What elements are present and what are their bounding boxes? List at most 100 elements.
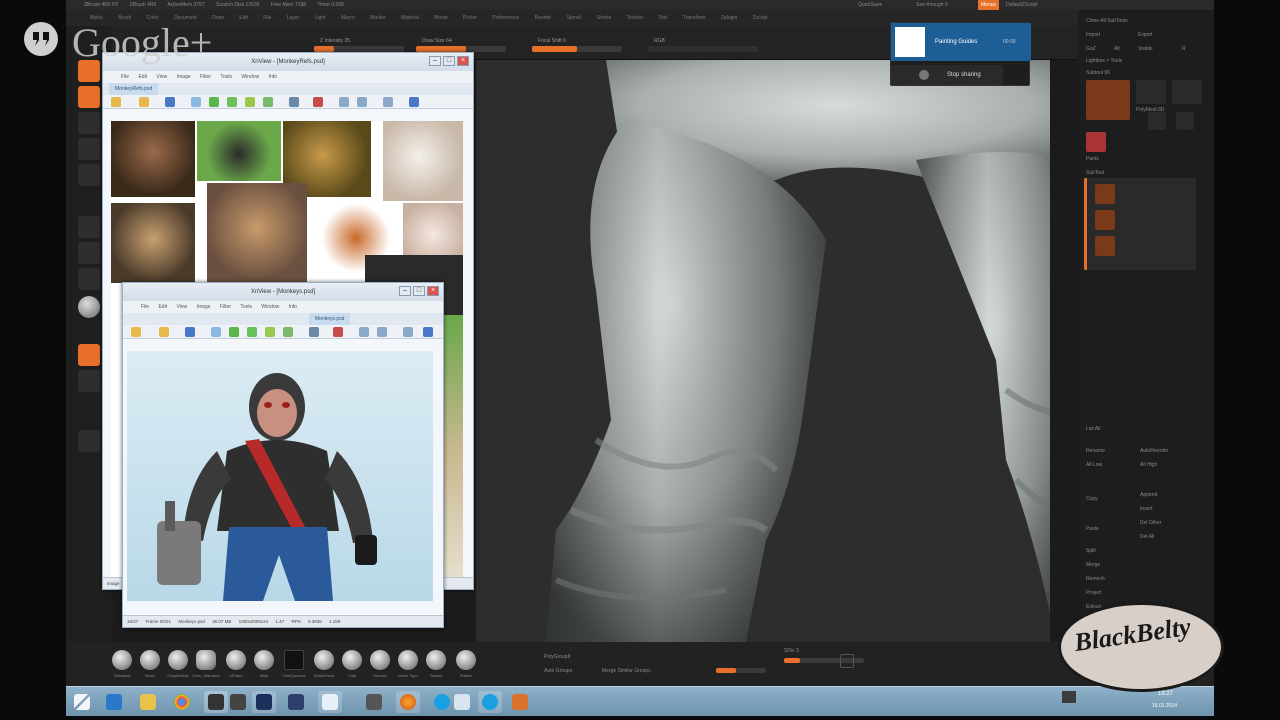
subtool-list[interactable] xyxy=(1084,178,1196,270)
menu-item[interactable]: Filter xyxy=(220,304,231,310)
rename-button[interactable]: Rename xyxy=(1086,448,1105,454)
expand-icon[interactable] xyxy=(840,654,854,668)
print-icon[interactable] xyxy=(191,97,201,107)
brush-damstandard-icon[interactable] xyxy=(196,650,216,670)
star-thumbnail[interactable] xyxy=(1172,80,1202,104)
menu-item[interactable]: Edit xyxy=(158,304,167,310)
subtool-thumb[interactable] xyxy=(1095,184,1115,204)
color-picker-icon[interactable] xyxy=(78,344,100,366)
auto-groups-button[interactable]: Auto Groups xyxy=(544,668,572,674)
brush-move-icon[interactable] xyxy=(140,650,160,670)
del-other-button[interactable]: Del Other xyxy=(1140,520,1161,526)
dots-icon[interactable] xyxy=(78,242,100,264)
taskbar-explorer[interactable] xyxy=(136,691,160,713)
merge-groups-button[interactable]: Merge Similar Groups xyxy=(602,668,651,674)
menu-item[interactable]: Image xyxy=(197,304,211,310)
current-tool-thumbnail[interactable] xyxy=(1086,80,1130,120)
slideshow-icon[interactable] xyxy=(247,327,257,337)
gradient-icon[interactable] xyxy=(78,268,100,290)
minimize-button[interactable]: – xyxy=(429,56,441,66)
brush-smooth-icon[interactable] xyxy=(370,650,390,670)
menu-item[interactable]: Stencil xyxy=(566,15,581,21)
stop-sharing-button[interactable]: Stop sharing xyxy=(891,65,1003,85)
list-all-button[interactable]: List All xyxy=(1086,426,1100,432)
slideshow-icon[interactable] xyxy=(227,97,237,107)
delete-icon[interactable] xyxy=(333,327,343,337)
group-slider[interactable] xyxy=(716,668,766,673)
zoom-in-icon[interactable] xyxy=(339,97,349,107)
taskbar-firefox[interactable] xyxy=(396,691,420,713)
brush-clay-icon[interactable] xyxy=(342,650,362,670)
tab-monkeyrefs[interactable]: MonkeyRefs.psd xyxy=(109,83,159,95)
texture-icon[interactable] xyxy=(78,138,100,160)
taskbar-zbrush-2[interactable] xyxy=(226,691,250,713)
menu-item[interactable]: File xyxy=(121,74,129,80)
alpha-icon[interactable] xyxy=(78,112,100,134)
fullscreen-icon[interactable] xyxy=(229,327,239,337)
zoom-fit-icon[interactable] xyxy=(357,97,367,107)
minimize-button[interactable]: – xyxy=(399,286,411,296)
menu-item[interactable]: View xyxy=(176,304,187,310)
maximize-button[interactable]: □ xyxy=(443,56,455,66)
pants-thumbnail[interactable] xyxy=(1148,112,1166,130)
sphere-thumbnail[interactable] xyxy=(1086,132,1106,152)
rotate-icon[interactable] xyxy=(245,97,255,107)
focal-shift-slider[interactable] xyxy=(532,46,622,52)
menu-item[interactable]: Zplugin xyxy=(721,15,737,21)
clock-date[interactable]: 16.01.2014 xyxy=(1152,703,1177,709)
menu-item[interactable]: Light xyxy=(315,15,326,21)
menu-item[interactable]: Layer xyxy=(287,15,300,21)
help-icon[interactable] xyxy=(423,327,433,337)
open-icon[interactable] xyxy=(111,97,121,107)
taskbar-chrome[interactable] xyxy=(170,691,194,713)
delete-icon[interactable] xyxy=(313,97,323,107)
grid-icon[interactable] xyxy=(78,430,100,452)
menu-item[interactable]: Tools xyxy=(240,304,252,310)
help-icon[interactable] xyxy=(409,97,419,107)
r-button[interactable]: R xyxy=(1182,46,1186,52)
menu-item[interactable]: Edit xyxy=(239,15,248,21)
menu-item[interactable]: Window xyxy=(241,74,259,80)
zoom-out-icon[interactable] xyxy=(403,327,413,337)
save-icon[interactable] xyxy=(165,97,175,107)
taskbar-fox[interactable] xyxy=(508,691,532,713)
merge-button[interactable]: Merge xyxy=(1086,562,1100,568)
copy-button[interactable]: Copy xyxy=(1086,496,1098,502)
remesh-button[interactable]: Remesh xyxy=(1086,576,1105,582)
concept-art-image[interactable] xyxy=(127,351,433,601)
taskbar-zbrush[interactable] xyxy=(204,691,228,713)
menu-item[interactable]: Stroke xyxy=(597,15,611,21)
polygroup-label[interactable]: PolyGroupIt xyxy=(544,654,570,660)
menu-item[interactable]: Info xyxy=(289,304,297,310)
folder-icon[interactable] xyxy=(159,327,169,337)
quicksave-label[interactable]: QuickSave xyxy=(858,0,882,10)
save-icon[interactable] xyxy=(185,327,195,337)
lightbox-tools-button[interactable]: Lightbox > Tools xyxy=(1086,58,1122,64)
menu-item[interactable]: Filter xyxy=(200,74,211,80)
import-button[interactable]: Import xyxy=(1086,32,1100,38)
visible-button[interactable]: Visible xyxy=(1138,46,1153,52)
goz-button[interactable]: GoZ xyxy=(1086,46,1096,52)
menu-item[interactable]: File xyxy=(263,15,271,21)
export-button[interactable]: Export xyxy=(1138,32,1152,38)
rotate-icon[interactable] xyxy=(265,327,275,337)
subtool-thumb[interactable] xyxy=(1095,210,1115,230)
material-icon[interactable] xyxy=(78,164,100,186)
menus-button[interactable]: Menus xyxy=(978,0,1000,10)
start-button[interactable] xyxy=(70,691,94,713)
split-button[interactable]: Split xyxy=(1086,548,1096,554)
brush-movetopo-icon[interactable] xyxy=(398,650,418,670)
del-all-button[interactable]: Del All xyxy=(1140,534,1154,540)
all-high-button[interactable]: All High xyxy=(1140,462,1157,468)
menu-item[interactable]: Window xyxy=(261,304,279,310)
menu-item[interactable]: Texture xyxy=(627,15,643,21)
brush-claybuildup-icon[interactable] xyxy=(168,650,188,670)
menu-item[interactable]: Macro xyxy=(341,15,355,21)
taskbar-ie[interactable] xyxy=(102,691,126,713)
swatch-icon[interactable] xyxy=(78,370,100,392)
xnview-window-front[interactable]: XnView - [Monkeys.psd] – □ × File Edit V… xyxy=(122,282,444,628)
insert-button[interactable]: Insert xyxy=(1140,506,1153,512)
all-button[interactable]: All xyxy=(1114,46,1120,52)
sculpt-viewport[interactable] xyxy=(476,60,1050,642)
paste-button[interactable]: Paste xyxy=(1086,526,1099,532)
